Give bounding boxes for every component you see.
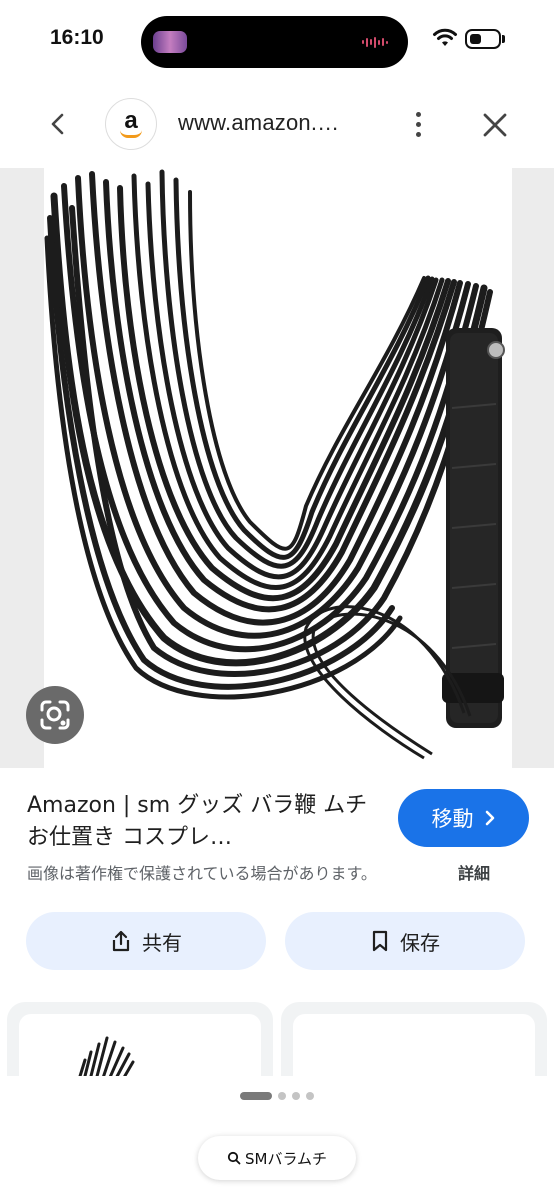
chevron-left-icon[interactable]	[40, 106, 76, 142]
more-vertical-icon[interactable]	[404, 106, 432, 142]
share-label: 共有	[142, 930, 182, 955]
visit-button-label: 移動	[431, 808, 474, 831]
save-button[interactable]: 保存	[285, 912, 525, 970]
search-icon	[227, 1151, 241, 1165]
close-icon[interactable]	[478, 108, 512, 142]
wifi-icon	[433, 28, 457, 46]
audio-wave-icon	[362, 36, 388, 48]
product-image[interactable]	[44, 168, 512, 768]
url-text[interactable]: www.amazon.…	[178, 110, 339, 136]
details-link[interactable]: 詳細	[458, 860, 490, 884]
page-indicator	[0, 1092, 554, 1100]
battery-icon	[465, 29, 501, 49]
page-dot	[278, 1092, 286, 1100]
dynamic-island[interactable]	[141, 16, 408, 68]
image-preview-panel	[0, 168, 554, 768]
search-query: SMバラムチ	[244, 1149, 327, 1168]
share-icon	[112, 930, 130, 952]
page-dot-active	[240, 1092, 272, 1100]
search-chip[interactable]: SMバラムチ	[198, 1136, 356, 1180]
share-button[interactable]: 共有	[26, 912, 266, 970]
google-lens-icon[interactable]	[26, 686, 84, 744]
page-dot	[306, 1092, 314, 1100]
clock: 16:10	[50, 26, 104, 49]
whip-illustration	[44, 169, 505, 760]
amazon-logo: a	[105, 98, 157, 150]
now-playing-artwork	[153, 31, 187, 53]
bookmark-icon	[372, 930, 388, 952]
save-label: 保存	[400, 930, 440, 955]
copyright-notice: 画像は著作権で保護されている場合があります。	[27, 864, 377, 883]
page-dot	[292, 1092, 300, 1100]
visit-button[interactable]: 移動	[398, 789, 529, 847]
chevron-right-icon	[485, 810, 494, 826]
result-title[interactable]: Amazon | sm グッズ バラ鞭 ムチ お仕置き コスプレ…	[27, 790, 377, 854]
status-bar: 16:10	[0, 0, 554, 82]
battery-cap	[502, 35, 505, 43]
browser-header: a www.amazon.…	[0, 96, 554, 156]
